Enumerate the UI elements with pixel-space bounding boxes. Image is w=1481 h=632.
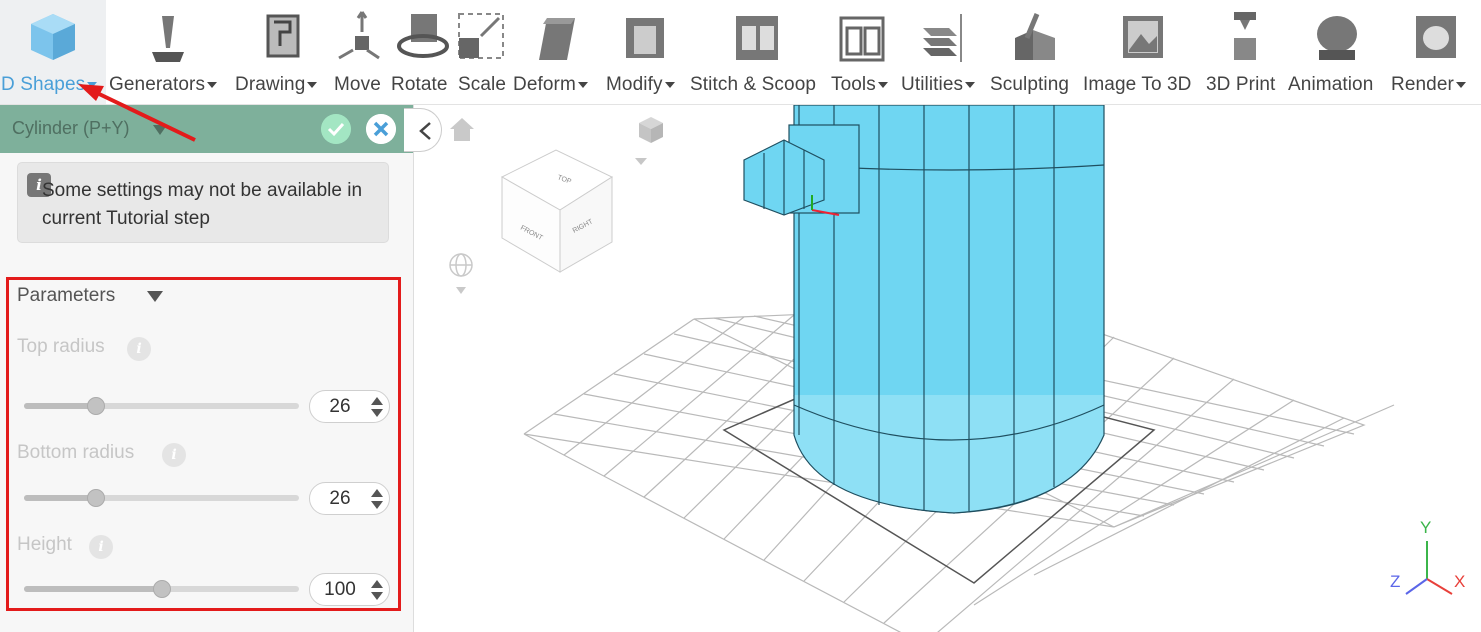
tutorial-notice: i Some settings may not be available in … (17, 162, 389, 243)
axis-gizmo: Y X Z (1390, 518, 1465, 595)
parameters-section-title[interactable]: Parameters (17, 285, 115, 307)
tool-animation[interactable]: Animation (1288, 0, 1386, 104)
animation-icon (1317, 16, 1357, 60)
scale-icon (458, 13, 504, 59)
panel-title-dropdown-icon[interactable] (153, 125, 167, 135)
stepper-value[interactable]: 26 (310, 488, 370, 510)
info-icon: i (162, 443, 186, 467)
chevron-left-icon (419, 122, 431, 140)
param-label-top-radius: Top radius (17, 336, 105, 357)
tool-label: Deform (513, 74, 576, 95)
tool-label: Move (334, 74, 381, 95)
tool-move[interactable]: Move (334, 0, 388, 104)
cube-icon (31, 14, 75, 60)
tool-label: Generators (109, 74, 206, 95)
stitch-scoop-icon (736, 16, 778, 60)
axis-y-label: Y (1420, 518, 1431, 537)
tool-label: Animation (1288, 74, 1374, 95)
properties-panel: Cylinder (P+Y) i Some settings may not b… (0, 105, 414, 632)
tool-deform[interactable]: Deform (512, 0, 602, 104)
tool-label: Stitch & Scoop (690, 74, 817, 95)
arrow-down-icon[interactable] (371, 501, 383, 509)
3d-viewport[interactable]: TOP FRONT RIGHT Y X Z (414, 105, 1481, 632)
tool-label: D Shapes (1, 74, 86, 95)
modify-icon (626, 18, 664, 58)
tool-tools[interactable]: Tools (830, 0, 896, 104)
tools-icon (839, 16, 885, 62)
utilities-icon (923, 14, 962, 62)
globe-icon[interactable] (449, 253, 473, 294)
generator-icon (152, 16, 184, 62)
slider-handle[interactable] (87, 397, 105, 415)
tool-sculpting[interactable]: Sculpting (990, 0, 1080, 104)
home-icon[interactable] (450, 118, 474, 141)
notice-text: Some settings may not be available in cu… (42, 180, 363, 229)
3d-print-icon (1234, 12, 1256, 60)
arrow-up-icon[interactable] (371, 489, 383, 497)
view-cube[interactable]: TOP FRONT RIGHT (500, 149, 614, 273)
tool-modify[interactable]: Modify (605, 0, 687, 104)
move-icon (338, 11, 380, 60)
param-label-height: Height (17, 534, 72, 555)
confirm-button[interactable] (321, 114, 351, 144)
cancel-button[interactable] (366, 114, 396, 144)
collapse-panel-button[interactable] (404, 108, 442, 152)
height-stepper[interactable]: 100 (309, 573, 390, 606)
tool-render[interactable]: Render (1390, 0, 1481, 104)
info-icon: i (89, 535, 113, 559)
arrow-down-icon[interactable] (371, 409, 383, 417)
tool-image-to-3d[interactable]: Image To 3D (1083, 0, 1203, 104)
tool-utilities[interactable]: Utilities (900, 0, 986, 104)
axis-z-label: Z (1390, 572, 1400, 591)
collapse-triangle-icon[interactable] (147, 291, 163, 302)
tool-scale[interactable]: Scale (458, 0, 508, 104)
tool-label: Utilities (901, 74, 964, 95)
param-label-bottom-radius: Bottom radius (17, 442, 135, 463)
render-icon (1415, 16, 1456, 58)
stepper-value[interactable]: 26 (310, 396, 370, 418)
slider-handle[interactable] (87, 489, 105, 507)
tool-label: 3D Print (1206, 74, 1276, 95)
arrow-up-icon[interactable] (371, 580, 383, 588)
image-to-3d-icon (1123, 16, 1163, 58)
axis-x-label: X (1454, 572, 1465, 591)
tool-rotate[interactable]: Rotate (391, 0, 455, 104)
tool-stitch-scoop[interactable]: Stitch & Scoop (690, 0, 826, 104)
panel-header: Cylinder (P+Y) (0, 105, 413, 153)
view-presets-icon[interactable] (635, 117, 663, 165)
bottom-radius-slider[interactable] (24, 489, 299, 507)
stepper-value[interactable]: 100 (310, 579, 370, 601)
slider-handle[interactable] (153, 580, 171, 598)
tool-label: Modify (606, 74, 663, 95)
sculpting-icon (1015, 13, 1055, 60)
main-toolbar: D Shapes Generators Drawing Move Rotate … (0, 0, 1481, 105)
tool-label: Rotate (391, 74, 448, 95)
tool-drawing[interactable]: Drawing (234, 0, 330, 104)
tool-label: Sculpting (990, 74, 1070, 95)
tool-label: Drawing (235, 74, 306, 95)
info-icon: i (127, 337, 151, 361)
tool-label: Render (1391, 74, 1454, 95)
tool-label: Image To 3D (1083, 74, 1192, 95)
tool-3d-shapes[interactable]: D Shapes (0, 0, 106, 104)
deform-icon (539, 18, 575, 60)
top-radius-stepper[interactable]: 26 (309, 390, 390, 423)
tool-generators[interactable]: Generators (108, 0, 228, 104)
arrow-down-icon[interactable] (371, 592, 383, 600)
panel-title: Cylinder (P+Y) (12, 118, 130, 138)
bottom-radius-stepper[interactable]: 26 (309, 482, 390, 515)
rotate-icon (397, 14, 449, 58)
arrow-up-icon[interactable] (371, 397, 383, 405)
tool-label: Tools (831, 74, 876, 95)
cylinder-model[interactable] (743, 105, 1105, 514)
drawing-icon (266, 14, 300, 58)
tool-label: Scale (458, 74, 507, 95)
top-radius-slider[interactable] (24, 397, 299, 415)
tool-3d-print[interactable]: 3D Print (1206, 0, 1286, 104)
scene-canvas[interactable]: TOP FRONT RIGHT Y X Z (414, 105, 1481, 632)
height-slider[interactable] (24, 580, 299, 598)
